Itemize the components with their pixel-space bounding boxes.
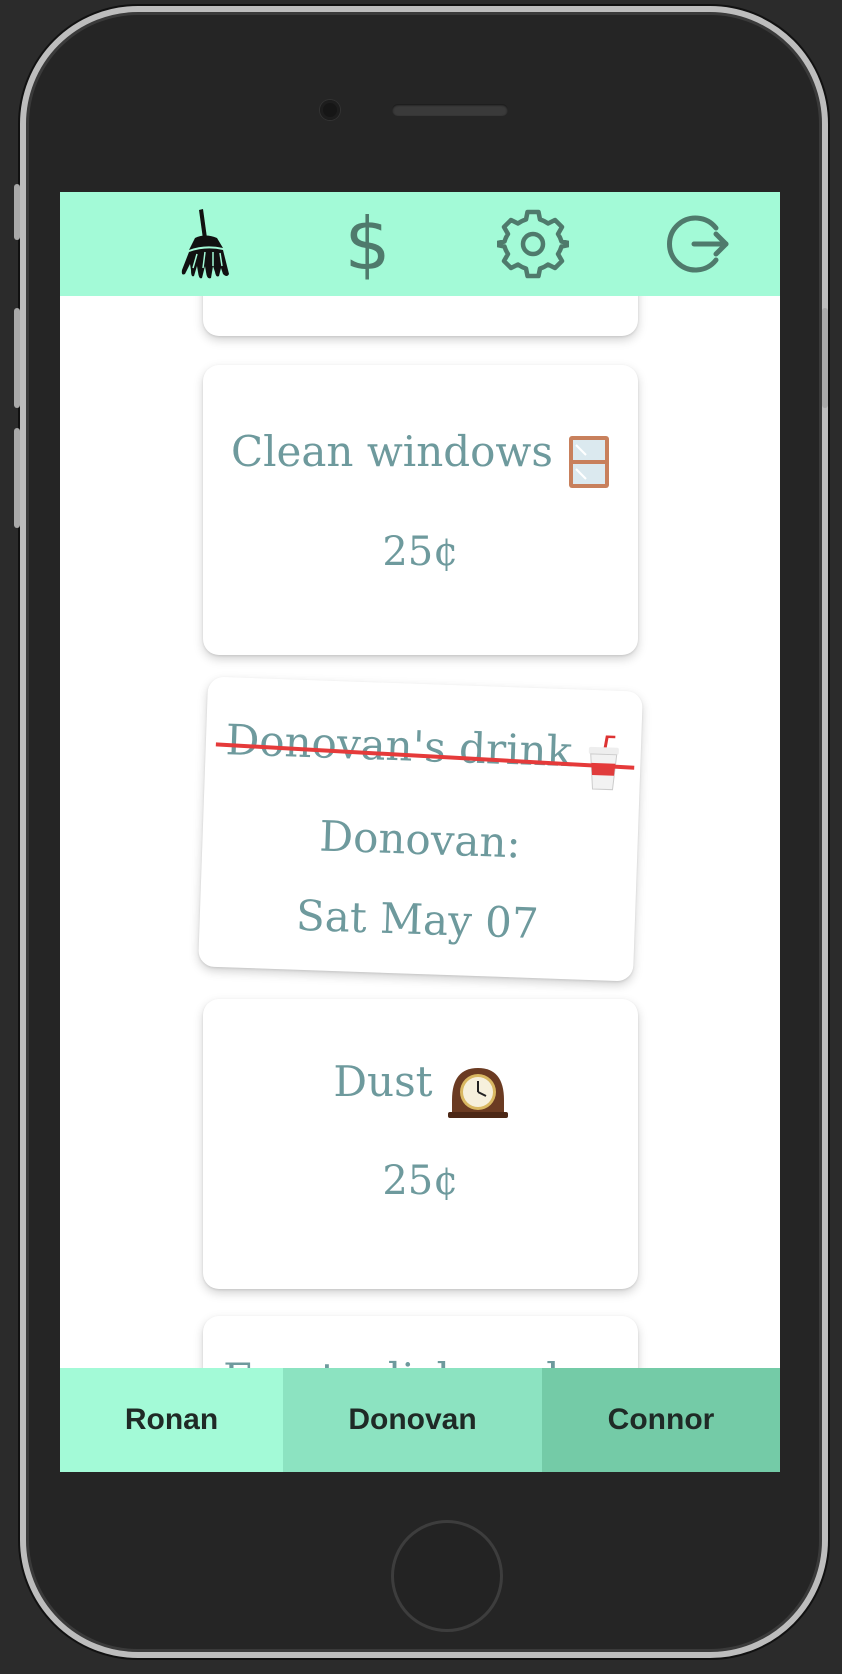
logout-icon (666, 215, 728, 273)
money-nav-button[interactable]: $ (323, 199, 413, 289)
chore-card-completed[interactable]: Donovan's drink Donovan: Sat May 07 (198, 676, 643, 982)
chores-nav-button[interactable] (158, 199, 248, 289)
volume-up-button (14, 308, 20, 408)
logout-nav-button[interactable] (653, 199, 743, 289)
completed-date: Sat May 07 (295, 890, 540, 948)
tab-ronan[interactable]: Ronan (60, 1368, 283, 1472)
power-button (822, 308, 828, 408)
tab-donovan[interactable]: Donovan (283, 1368, 542, 1472)
settings-nav-button[interactable] (488, 199, 578, 289)
volume-down-button (14, 428, 20, 528)
chore-card-partial-bottom[interactable]: Empty dishwasher (203, 1316, 638, 1368)
gear-icon (496, 209, 569, 279)
chore-card[interactable]: Dust 25¢ (203, 999, 638, 1289)
chore-list[interactable]: Clean windows 25¢ Donovan's drink Donova… (60, 296, 780, 1368)
window-icon (569, 435, 610, 488)
home-button[interactable] (391, 1520, 503, 1632)
chore-title: Dust (333, 1057, 433, 1106)
tab-connor[interactable]: Connor (542, 1368, 780, 1472)
user-tab-bar: Ronan Donovan Connor (60, 1368, 780, 1472)
chore-price: 25¢ (382, 528, 459, 575)
earpiece-speaker (392, 104, 508, 116)
front-camera (320, 100, 340, 120)
app-screen: $ Clean windows 25¢ Donovan's drink Dono… (60, 192, 780, 1472)
completed-by: Donovan: (318, 810, 522, 867)
chore-title: Clean windows (230, 427, 553, 476)
chore-title: Empty dishwasher (203, 1358, 638, 1369)
broom-icon (181, 209, 229, 279)
mantel-clock-icon (447, 1067, 508, 1118)
chore-title-row: Clean windows (203, 431, 638, 489)
chore-card-partial-top[interactable] (203, 296, 638, 336)
chore-card[interactable]: Clean windows 25¢ (203, 365, 638, 655)
chore-title-row: Dust (203, 1061, 638, 1118)
dollar-icon: $ (344, 202, 391, 286)
top-nav-bar: $ (60, 192, 780, 296)
chore-price: 25¢ (382, 1157, 459, 1204)
mute-switch (14, 184, 20, 240)
